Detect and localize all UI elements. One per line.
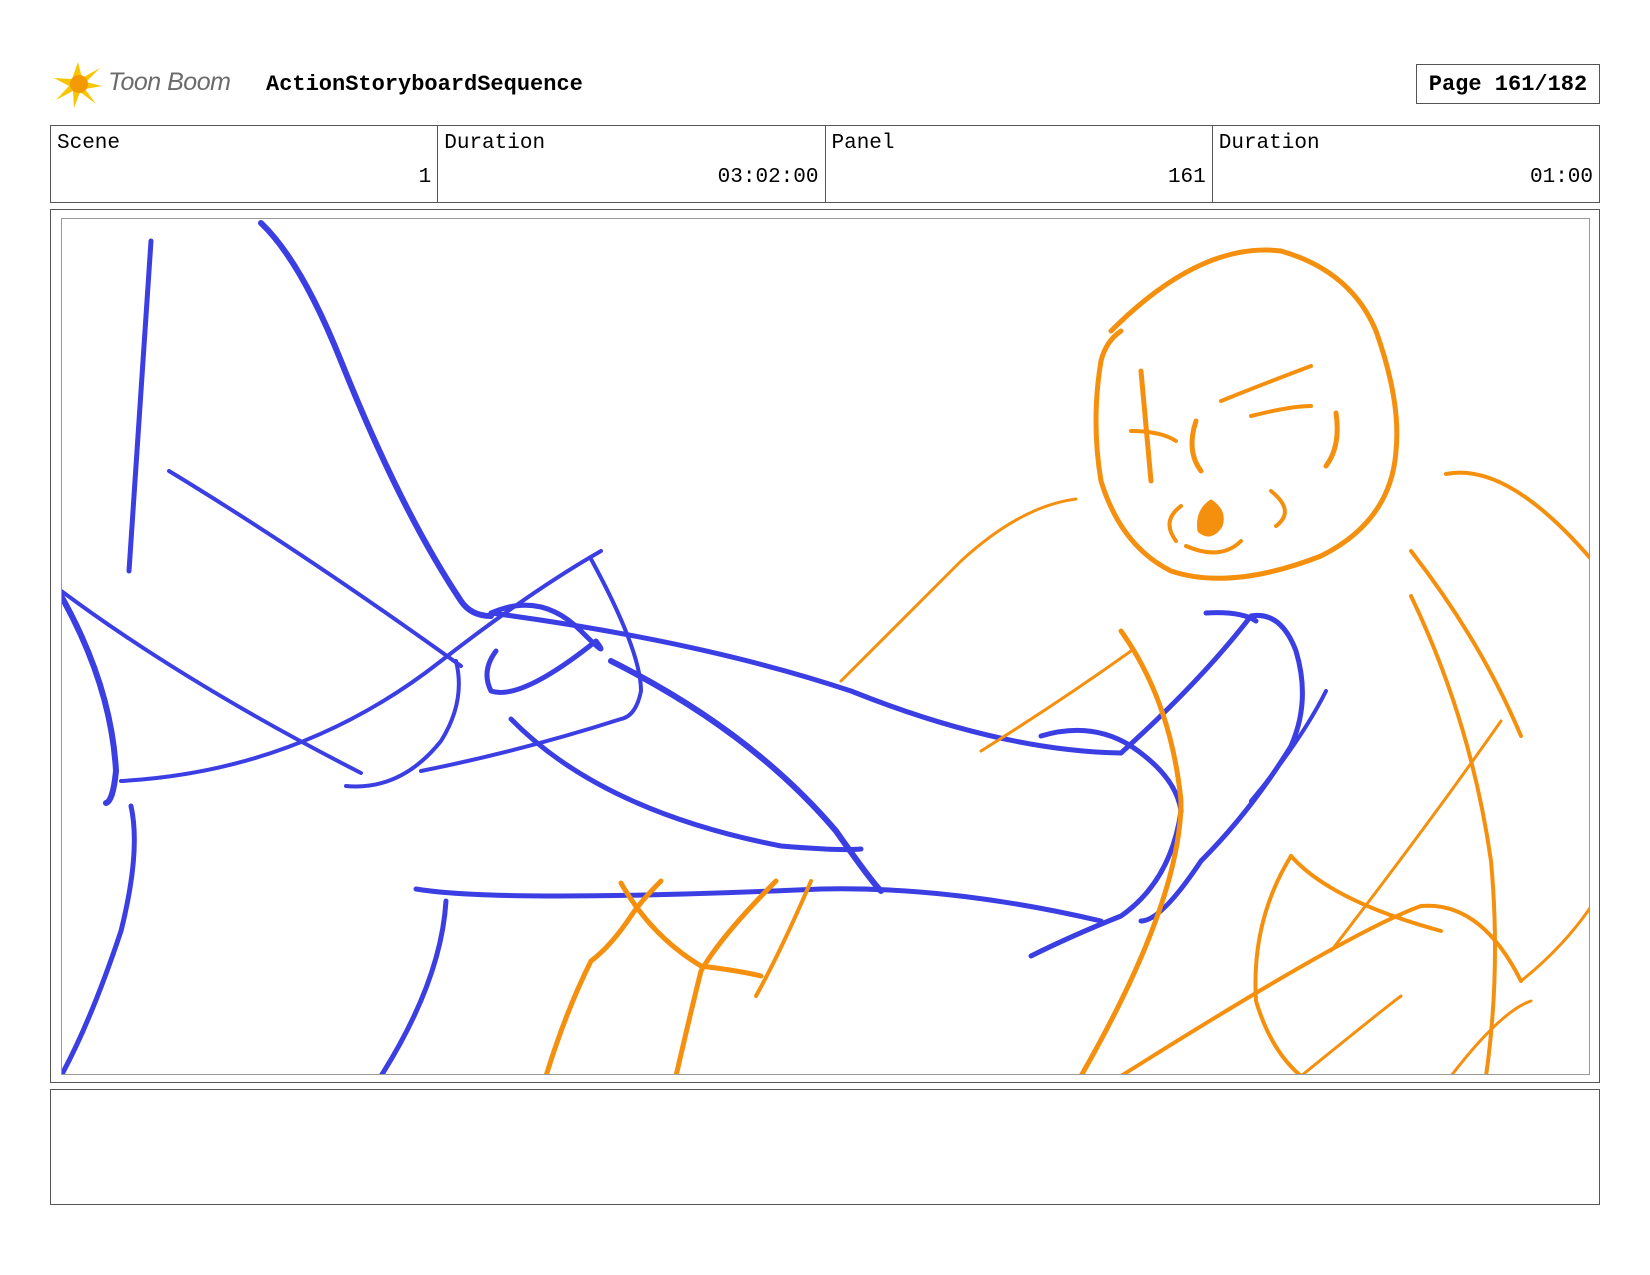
scene-duration-cell: Duration 03:02:00 [438, 126, 826, 202]
panel-notes-box [50, 1089, 1600, 1205]
scene-cell: Scene 1 [51, 126, 439, 202]
scene-label: Scene [57, 132, 121, 155]
panel-cell: Panel 161 [826, 126, 1213, 202]
panel-image-area [61, 218, 1590, 1075]
panel-value: 161 [1167, 166, 1206, 189]
scene-duration-label: Duration [444, 132, 546, 155]
page-indicator: Page 161/182 [1416, 64, 1600, 104]
scene-value: 1 [418, 166, 432, 189]
panel-info-table: Scene 1 Duration 03:02:00 Panel 161 Dura… [50, 125, 1600, 203]
panel-duration-cell: Duration 01:00 [1213, 126, 1599, 202]
toon-boom-logo: Toon Boom [52, 58, 252, 110]
project-title: ActionStoryboardSequence [266, 72, 583, 97]
storyboard-sketch [62, 220, 1589, 1074]
logo-wordmark: Toon Boom [108, 68, 231, 96]
orange-figure-strokes [544, 247, 1589, 1074]
starburst-icon [54, 62, 102, 108]
panel-duration-label: Duration [1218, 132, 1320, 155]
blue-figure-strokes [62, 220, 1328, 1074]
panel-label: Panel [831, 132, 895, 155]
scene-duration-value: 03:02:00 [717, 166, 819, 189]
panel-duration-value: 01:00 [1529, 166, 1593, 189]
